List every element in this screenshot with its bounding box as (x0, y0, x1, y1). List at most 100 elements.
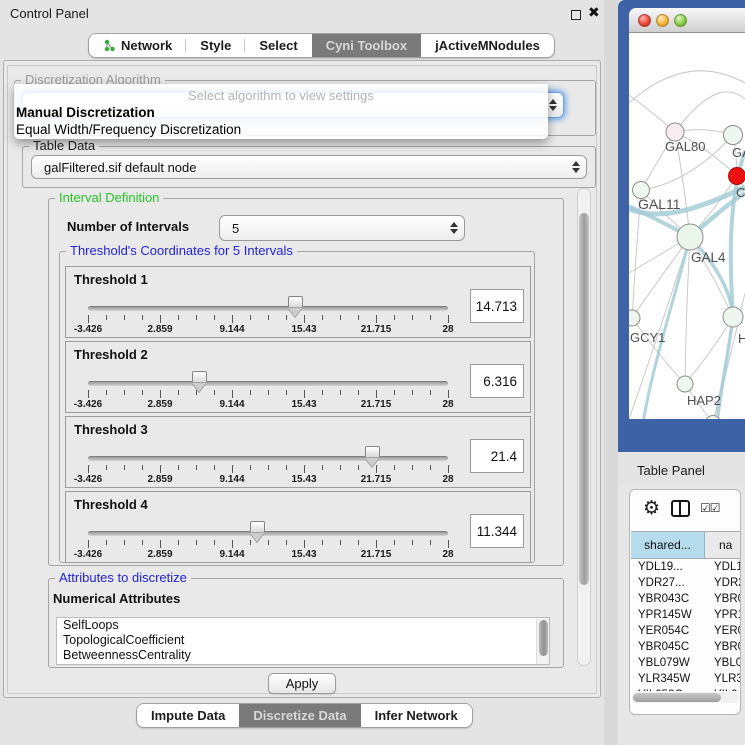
slider-handle[interactable] (288, 296, 303, 307)
slider-handle[interactable] (365, 446, 380, 457)
tick-mark (160, 540, 161, 548)
dropdown-item-equal-width-frequency-discretization[interactable]: Equal Width/Frequency Discretization (14, 121, 548, 138)
tick-mark (124, 465, 125, 470)
float-window-icon[interactable] (571, 10, 581, 20)
group-title: Interval Definition (55, 190, 163, 205)
tab-infer-network[interactable]: Infer Network (361, 704, 472, 727)
gear-icon[interactable]: ⚙ (643, 497, 660, 520)
numerical-attributes-list[interactable]: SelfLoopsTopologicalCoefficientBetweenne… (56, 617, 550, 665)
slider-track[interactable] (88, 531, 448, 536)
slider-track[interactable] (88, 456, 448, 461)
column-header-name[interactable]: na (705, 532, 741, 558)
table-row[interactable]: YBR043CYBR0 (631, 591, 741, 607)
tick-label: -3.426 (74, 399, 102, 410)
horizontal-scrollbar[interactable] (632, 692, 739, 703)
tick-mark (448, 540, 449, 548)
network-canvas[interactable]: GAL80GACGAL11GAL4GCY1HHAP2 (629, 33, 745, 419)
network-edge[interactable] (629, 71, 745, 103)
slider-handle[interactable] (250, 521, 265, 532)
scrollbar-thumb[interactable] (633, 693, 721, 702)
table-row[interactable]: YBR045CYBR0 (631, 639, 741, 655)
tick-mark (250, 465, 251, 470)
tick-mark (88, 465, 89, 473)
column-view-icon[interactable] (671, 500, 690, 517)
network-node-hap2[interactable] (677, 376, 693, 392)
network-graph[interactable]: GAL80GACGAL11GAL4GCY1HHAP2 (629, 33, 745, 419)
network-node-gal4[interactable] (677, 224, 703, 250)
tick-mark (448, 465, 449, 473)
scrollbar-thumb[interactable] (579, 213, 589, 585)
threshold-value-field[interactable] (470, 364, 524, 398)
tick-mark (340, 465, 341, 470)
mac-zoom-button[interactable] (674, 14, 687, 27)
tab-discretize-data[interactable]: Discretize Data (239, 704, 360, 727)
tab-label: Discretize Data (253, 708, 346, 723)
tab-cyni-toolbox[interactable]: Cyni Toolbox (312, 34, 421, 57)
table-row[interactable]: YIL052CYIL0 (631, 687, 741, 691)
table-row[interactable]: YBL079WYBL0 (631, 655, 741, 671)
network-node-gcy1[interactable] (629, 310, 640, 326)
node-label: H (738, 331, 745, 346)
tick-mark (358, 540, 359, 545)
table-row[interactable]: YER054CYER0 (631, 623, 741, 639)
tick-label: 2.859 (147, 324, 172, 335)
tick-mark (394, 465, 395, 470)
tick-mark (412, 390, 413, 395)
attribute-item-selfloops[interactable]: SelfLoops (57, 618, 549, 633)
network-edge[interactable] (629, 237, 690, 419)
table-row[interactable]: YDL19...YDL1 (631, 559, 741, 575)
tick-mark (358, 390, 359, 395)
network-edge[interactable] (690, 237, 733, 317)
slider-track[interactable] (88, 306, 448, 311)
cell-shared-name: YLR345W (631, 671, 705, 687)
table-row[interactable]: YLR345WYLR3 (631, 671, 741, 687)
num-intervals-combobox[interactable]: 5 (219, 215, 465, 241)
tab-style[interactable]: Style (186, 34, 245, 57)
threshold-value-field[interactable] (470, 514, 524, 548)
table-data-combobox[interactable]: galFiltered.sif default node (31, 155, 587, 179)
cell-shared-name: YIL052C (631, 687, 705, 691)
network-edge-thick[interactable] (690, 237, 733, 317)
network-node-ga[interactable] (724, 126, 743, 145)
column-header-shared-name[interactable]: shared... (631, 532, 705, 558)
slider-track[interactable] (88, 381, 448, 386)
vertical-scrollbar[interactable] (577, 188, 591, 666)
network-node-c[interactable] (729, 168, 745, 185)
cell-shared-name: YDL19... (631, 559, 705, 575)
tab-impute-data[interactable]: Impute Data (137, 704, 239, 727)
threshold-block-2: Threshold 2-3.4262.8599.14415.4321.71528 (65, 341, 531, 413)
mac-minimize-button[interactable] (656, 14, 669, 27)
network-edge[interactable] (632, 237, 690, 318)
slider-handle[interactable] (192, 371, 207, 382)
tick-label: -3.426 (74, 324, 102, 335)
threshold-value-field[interactable] (470, 289, 524, 323)
node-table-panel: ⚙ ☑☑ shared... na YDL19...YDL1YDR27...YD… (629, 489, 741, 715)
tick-mark (430, 540, 431, 545)
mac-close-button[interactable] (638, 14, 651, 27)
tab-jactivemnodules[interactable]: jActiveMNodules (421, 34, 554, 57)
tick-label: 21.715 (361, 324, 392, 335)
threshold-value-field[interactable] (470, 439, 524, 473)
network-node-h[interactable] (723, 307, 743, 327)
list-scrollbar[interactable] (536, 618, 549, 664)
attribute-item-topologicalcoefficient[interactable]: TopologicalCoefficient (57, 633, 549, 648)
select-columns-icon[interactable]: ☑☑ (700, 501, 720, 515)
tick-mark (196, 540, 197, 545)
table-row[interactable]: YDR27...YDR2 (631, 575, 741, 591)
dropdown-item-manual-discretization[interactable]: Manual Discretization (14, 104, 548, 121)
tab-network[interactable]: Network (89, 34, 186, 57)
apply-button[interactable]: Apply (268, 673, 336, 694)
attribute-item-betweennesscentrality[interactable]: BetweennessCentrality (57, 648, 549, 663)
tick-mark (286, 540, 287, 545)
tab-select[interactable]: Select (245, 34, 311, 57)
close-icon[interactable]: ✖ (588, 4, 600, 21)
panel-divider[interactable] (604, 0, 618, 745)
network-window-titlebar[interactable] (629, 8, 745, 33)
num-intervals-label: Number of Intervals (67, 219, 189, 234)
combo-spinner[interactable] (566, 156, 586, 178)
slider-tick-labels: -3.4262.8599.14415.4321.71528 (88, 399, 448, 411)
combo-spinner[interactable] (444, 216, 464, 240)
table-row[interactable]: YPR145WYPR1 (631, 607, 741, 623)
tick-mark (124, 315, 125, 320)
scrollbar-thumb[interactable] (539, 620, 548, 656)
